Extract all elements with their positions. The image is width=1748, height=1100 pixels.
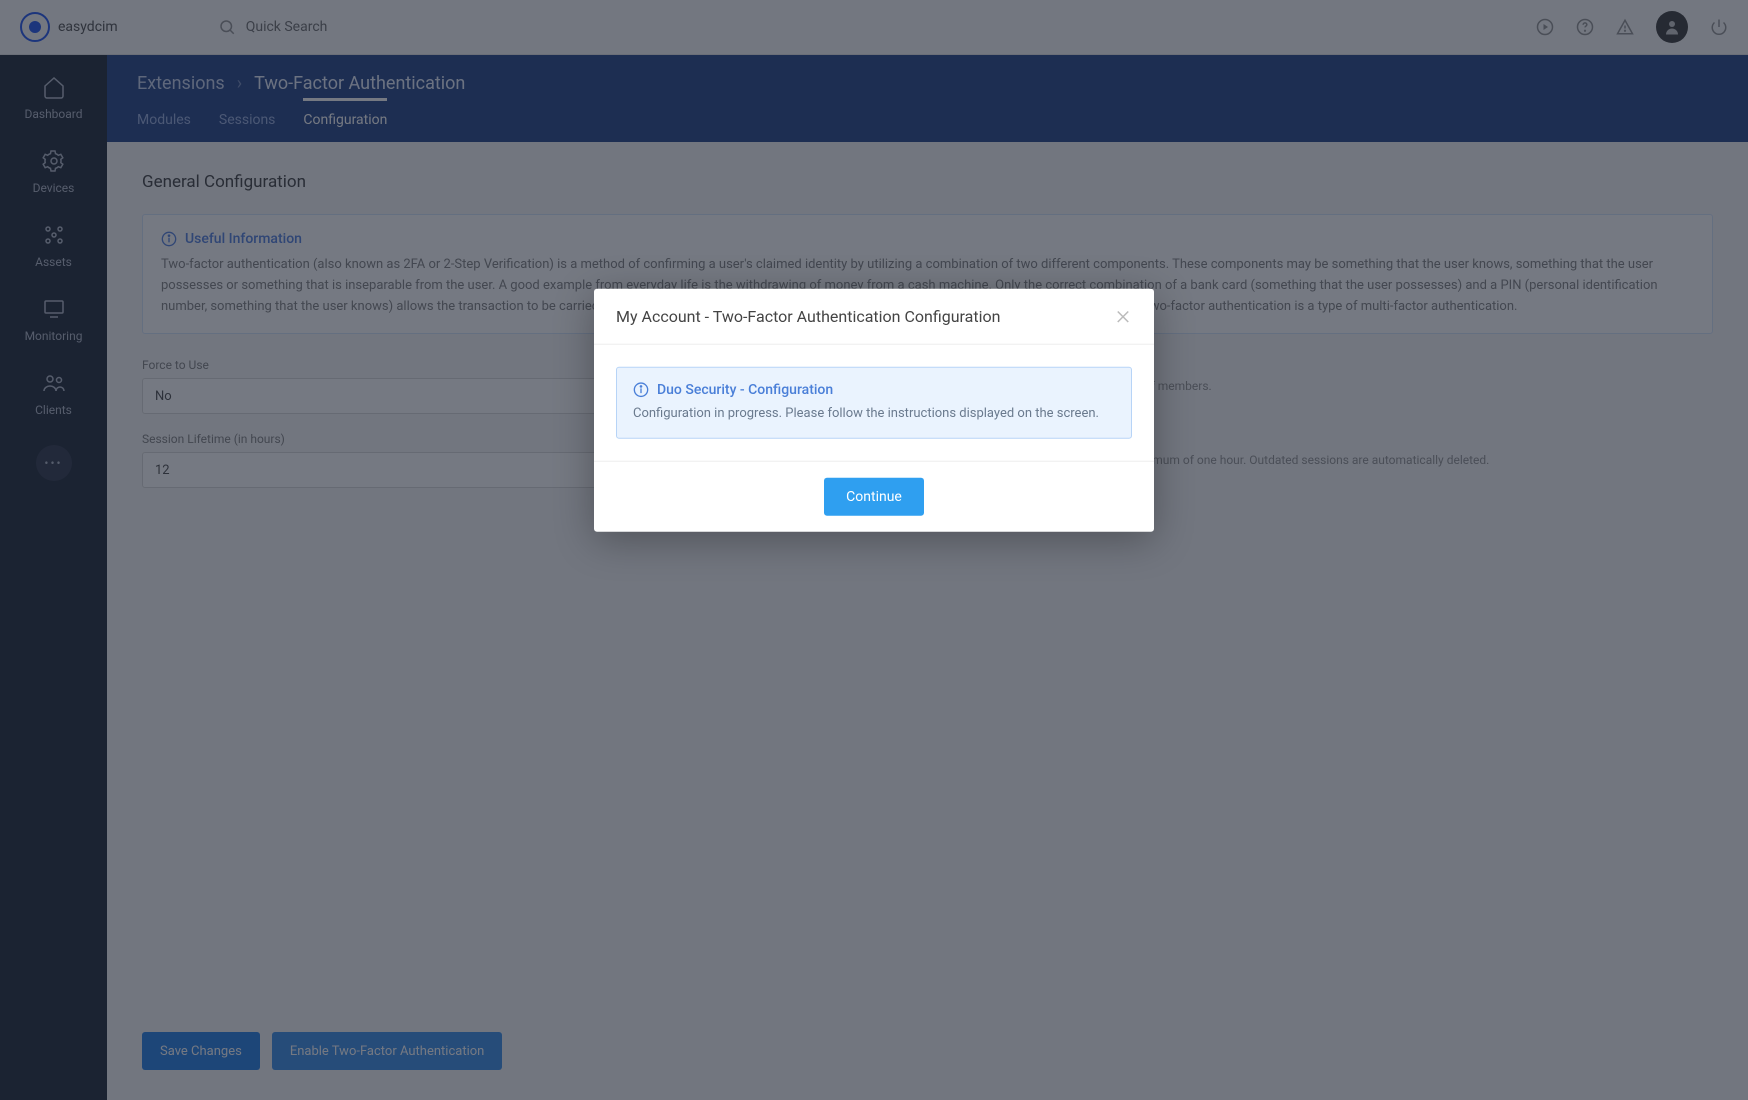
modal-footer: Continue: [594, 460, 1154, 531]
modal-overlay[interactable]: My Account - Two-Factor Authentication C…: [0, 0, 1748, 1100]
modal-title: My Account - Two-Factor Authentication C…: [616, 307, 1000, 326]
modal-header: My Account - Two-Factor Authentication C…: [594, 289, 1154, 345]
continue-button[interactable]: Continue: [824, 477, 924, 515]
modal: My Account - Two-Factor Authentication C…: [594, 289, 1154, 532]
modal-info-box: Duo Security - Configuration Configurati…: [616, 367, 1132, 439]
modal-box-body: Configuration in progress. Please follow…: [633, 404, 1115, 424]
info-icon: [633, 382, 649, 398]
modal-body: Duo Security - Configuration Configurati…: [594, 345, 1154, 461]
close-icon[interactable]: [1114, 307, 1132, 325]
modal-box-title: Duo Security - Configuration: [657, 382, 833, 398]
